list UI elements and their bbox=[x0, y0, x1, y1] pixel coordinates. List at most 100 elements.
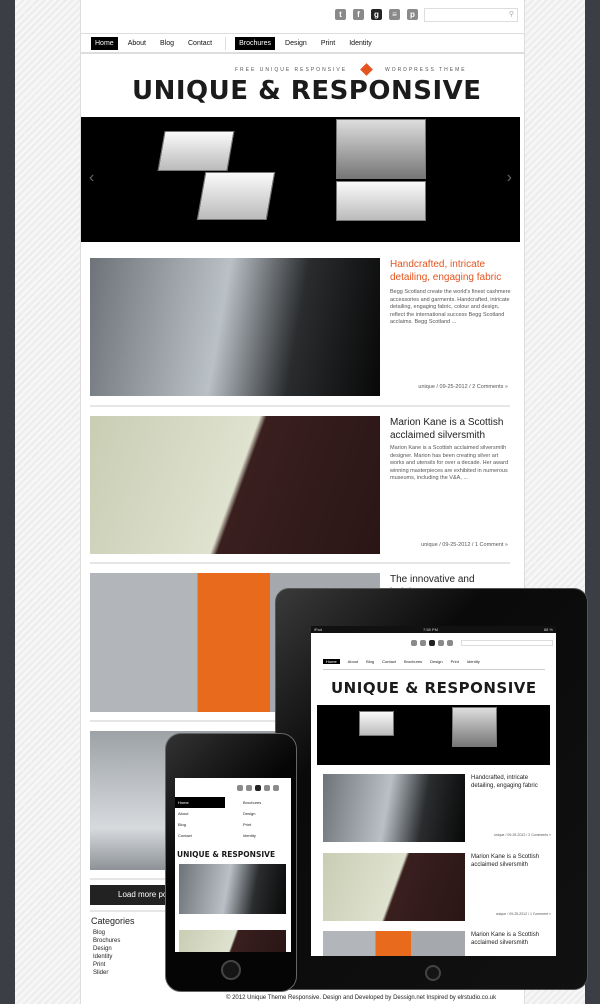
ipad-home-button bbox=[425, 965, 441, 981]
nav-about: About bbox=[347, 659, 359, 664]
post-meta: unique / 09-25-2012 / 2 Comments » bbox=[493, 833, 551, 837]
categories-heading: Categories bbox=[91, 916, 135, 926]
slide-box-image bbox=[336, 119, 426, 179]
social-icons bbox=[411, 640, 453, 646]
nav-print[interactable]: Print bbox=[317, 37, 339, 50]
slider-prev-arrow-icon[interactable]: ‹ bbox=[89, 169, 94, 187]
site-title: UNIQUE & RESPONSIVE bbox=[331, 679, 537, 697]
facebook-icon bbox=[246, 785, 252, 791]
ipad-device: iPad 7:58 PM 88 % Home About Blog Contac… bbox=[275, 588, 588, 990]
post-meta[interactable]: unique / 09-25-2012 / 1 Comment » bbox=[380, 542, 508, 548]
ipad-slider bbox=[317, 705, 550, 765]
post-title: Marion Kane is a Scottish acclaimed silv… bbox=[471, 932, 540, 946]
category-link[interactable]: Design bbox=[93, 945, 135, 953]
nav-blog[interactable]: Blog bbox=[156, 37, 178, 50]
post-title[interactable]: Marion Kane is a Scottish acclaimed silv… bbox=[390, 416, 515, 442]
category-link[interactable]: Identity bbox=[93, 953, 135, 961]
ipad-status-bar: iPad 7:58 PM 88 % bbox=[311, 626, 556, 633]
twitter-icon bbox=[237, 785, 243, 791]
nav-about[interactable]: About bbox=[124, 37, 150, 50]
iphone-screen: Home About Blog Contact Brochures Design… bbox=[175, 778, 291, 952]
slide-box-image bbox=[359, 711, 394, 736]
slide-box-image bbox=[196, 172, 276, 220]
post-meta[interactable]: unique / 09-25-2012 / 2 Comments » bbox=[380, 384, 508, 390]
nav-contact[interactable]: Contact bbox=[184, 37, 216, 50]
post-image bbox=[323, 853, 465, 921]
nav-home: Home bbox=[175, 797, 225, 808]
post-image bbox=[323, 931, 465, 956]
ipad-screen: iPad 7:58 PM 88 % Home About Blog Contac… bbox=[311, 626, 556, 956]
post-image bbox=[323, 774, 465, 842]
twitter-icon bbox=[411, 640, 417, 646]
nav-print: Print bbox=[243, 822, 252, 827]
category-link[interactable]: Blog bbox=[93, 929, 135, 937]
category-link[interactable]: Brochures bbox=[93, 937, 135, 945]
slider-next-arrow-icon[interactable]: › bbox=[507, 169, 512, 187]
facebook-icon[interactable]: f bbox=[353, 9, 364, 20]
post-image[interactable] bbox=[90, 416, 380, 554]
nav-design: Design bbox=[430, 659, 443, 664]
search-input[interactable]: ⚲ bbox=[424, 8, 518, 22]
nav-identity: Identity bbox=[243, 833, 256, 838]
nav-contact: Contact bbox=[178, 833, 192, 838]
nav-design: Design bbox=[243, 811, 256, 816]
rss-icon bbox=[264, 785, 270, 791]
nav-print: Print bbox=[450, 659, 459, 664]
tagline-right: WORDPRESS THEME bbox=[385, 67, 467, 73]
site-title: UNIQUE & RESPONSIVE bbox=[177, 850, 276, 859]
category-link[interactable]: Slider bbox=[93, 969, 135, 977]
ipad-nav: Home About Blog Contact Brochures Design… bbox=[323, 659, 480, 664]
slide-box-image bbox=[452, 707, 497, 747]
pinterest-icon[interactable]: p bbox=[407, 9, 418, 20]
pinterest-icon bbox=[447, 640, 453, 646]
divider bbox=[90, 720, 290, 722]
categories-widget: Categories Blog Brochures Design Identit… bbox=[91, 916, 135, 977]
nav-home: Home bbox=[323, 659, 340, 664]
google-plus-icon bbox=[429, 640, 435, 646]
slide-box-image bbox=[336, 181, 426, 221]
post-title: Marion Kane is a Scottish acclaimed silv… bbox=[471, 854, 540, 868]
google-plus-icon bbox=[255, 785, 261, 791]
nav-identity: Identity bbox=[466, 659, 480, 664]
nav-blog: Blog bbox=[366, 659, 375, 664]
nav-brochures[interactable]: Brochures bbox=[235, 37, 276, 50]
twitter-icon[interactable]: t bbox=[335, 9, 346, 20]
social-icons: t f g ≡ p bbox=[335, 9, 418, 20]
main-nav: Home About Blog Contact Brochures Design… bbox=[91, 37, 376, 50]
nav-brochures: Brochures bbox=[403, 659, 423, 664]
nav-home[interactable]: Home bbox=[91, 37, 118, 50]
nav-design[interactable]: Design bbox=[281, 37, 311, 50]
post-meta: unique / 09-25-2012 / 1 Comment » bbox=[495, 912, 551, 916]
status-battery: 88 % bbox=[543, 627, 553, 632]
post-excerpt: Begg Scotland create the world's finest … bbox=[390, 289, 511, 325]
iphone-device: Home About Blog Contact Brochures Design… bbox=[165, 733, 297, 992]
post-excerpt: Marion Kane is a Scottish acclaimed silv… bbox=[390, 445, 509, 481]
image-slider: ‹ › bbox=[81, 117, 520, 242]
iphone-home-button bbox=[221, 960, 241, 980]
rss-icon[interactable]: ≡ bbox=[389, 9, 400, 20]
footer-text: © 2012 Unique Theme Responsive. Design a… bbox=[226, 995, 497, 1001]
nav-blog: Blog bbox=[178, 822, 187, 827]
nav-brochures: Brochures bbox=[243, 800, 262, 805]
search-icon[interactable]: ⚲ bbox=[509, 10, 514, 18]
nav-about: About bbox=[178, 811, 189, 816]
social-icons bbox=[237, 785, 279, 791]
tagline-left: FREE UNIQUE RESPONSIVE bbox=[235, 67, 348, 73]
post-image bbox=[179, 864, 286, 914]
status-time: 7:58 PM bbox=[423, 627, 438, 632]
status-carrier: iPad bbox=[314, 627, 323, 632]
search-input bbox=[461, 640, 553, 646]
divider bbox=[81, 33, 524, 34]
divider bbox=[90, 405, 510, 407]
nav-contact: Contact bbox=[382, 659, 396, 664]
divider bbox=[90, 562, 510, 564]
post-title[interactable]: Handcrafted, intricate detailing, engagi… bbox=[390, 258, 515, 284]
slide-box-image bbox=[157, 131, 235, 171]
google-plus-icon[interactable]: g bbox=[371, 9, 382, 20]
facebook-icon bbox=[420, 640, 426, 646]
nav-identity[interactable]: Identity bbox=[345, 37, 376, 50]
post-title: Handcrafted, intricate detailing, engagi… bbox=[471, 775, 538, 789]
category-link[interactable]: Print bbox=[93, 961, 135, 969]
post-image[interactable] bbox=[90, 258, 380, 396]
site-title[interactable]: UNIQUE & RESPONSIVE bbox=[132, 76, 482, 106]
